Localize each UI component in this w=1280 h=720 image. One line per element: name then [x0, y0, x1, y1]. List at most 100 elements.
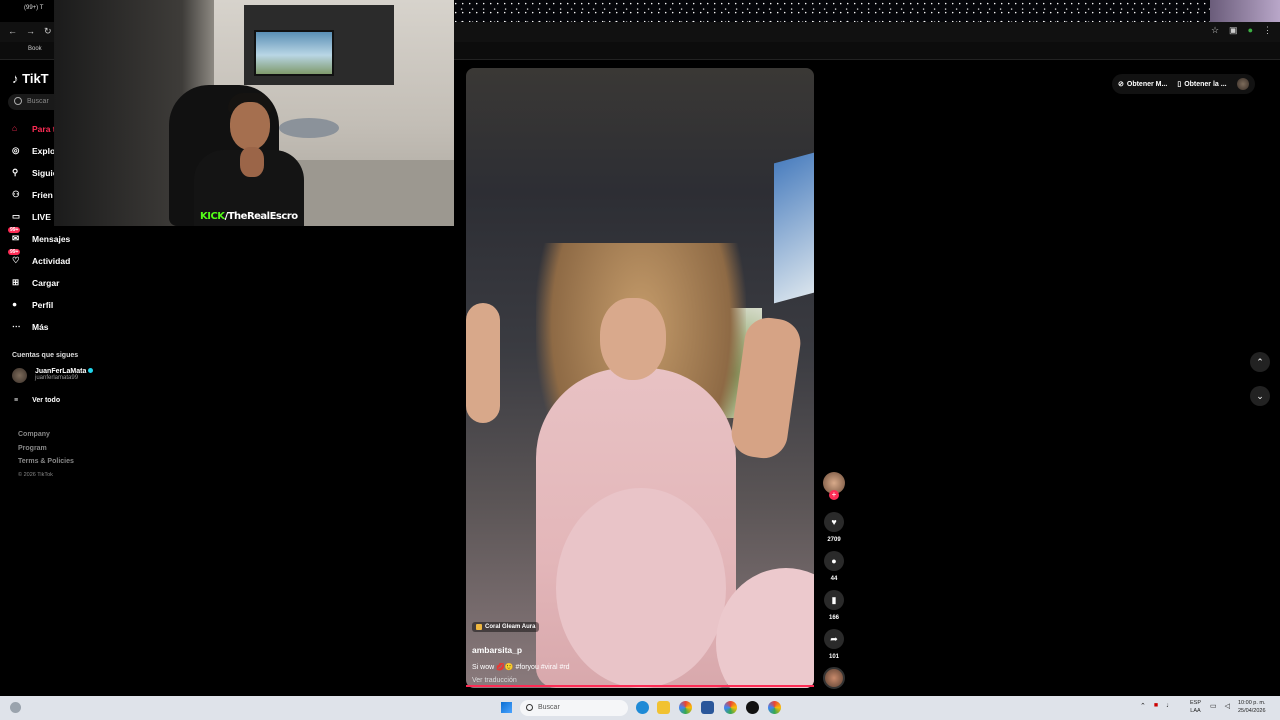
bookmark-icon: ▮ — [831, 594, 837, 605]
kick-handle: /TheRealEscro — [224, 211, 299, 222]
sidebar-item-live[interactable]: ▭ LIVE — [12, 211, 51, 222]
share-count: 101 — [828, 654, 839, 660]
sidebar-item-for-you[interactable]: ⌂ Para t — [12, 123, 56, 134]
volume-icon[interactable]: ◁ — [1225, 702, 1230, 710]
like-button[interactable]: ♥ — [824, 512, 844, 532]
sidebar-item-friends[interactable]: ⚇ Frien — [12, 189, 53, 200]
effect-tag[interactable]: Coral Gleam Aura — [472, 622, 540, 632]
menu-icon[interactable]: ⋮ — [1263, 25, 1272, 36]
start-icon[interactable] — [501, 702, 512, 713]
file-explorer-icon[interactable] — [657, 701, 670, 714]
back-icon[interactable]: ← — [8, 26, 17, 36]
edge-icon[interactable] — [636, 701, 649, 714]
live-icon: ▭ — [12, 211, 21, 221]
upload-icon: ⊞ — [12, 277, 20, 287]
sidebar-item-label: Cargar — [32, 277, 60, 288]
see-all-button[interactable]: ≡ Ver todo — [14, 397, 60, 404]
sidebar-item-explore[interactable]: ◎ Explo — [12, 145, 55, 156]
account-name: JuanFerLaMata — [35, 368, 87, 375]
video-player[interactable]: Coral Gleam Aura ambarsita_p Si wow 💋🙂 #… — [466, 68, 814, 688]
follow-plus-icon[interactable]: + — [829, 490, 839, 500]
sidebar-item-upload[interactable]: ⊞ Cargar — [12, 277, 59, 288]
tab-title[interactable]: (99+) T — [24, 5, 43, 11]
top-right-toolbar: ⊘ Obtener M... ▯ Obtener la ... — [1112, 74, 1255, 94]
more-icon: ⋯ — [12, 321, 21, 331]
taskbar-search-input[interactable]: Buscar — [520, 700, 628, 716]
taskbar-search-placeholder: Buscar — [538, 704, 560, 711]
next-video-button[interactable]: ⌄ — [1250, 386, 1270, 406]
share-button[interactable]: ➦ — [824, 629, 844, 649]
kick-brand: KICK — [200, 211, 225, 222]
chevron-up-icon[interactable]: ⌃ — [1140, 702, 1146, 710]
window-corner-art — [1210, 0, 1280, 22]
comment-count: 44 — [830, 576, 838, 582]
get-app-label: Obtener la ... — [1184, 80, 1227, 88]
mic-icon[interactable]: ♩ — [1166, 702, 1173, 710]
windows-taskbar: Buscar ⌃ ■ ♩ ESP LAA ▭ ◁ 10:00 p. m. 25/… — [0, 696, 1280, 720]
bookmark-item[interactable]: Book — [28, 46, 42, 52]
widgets-icon[interactable] — [10, 702, 21, 713]
store-icon[interactable] — [701, 701, 714, 714]
comment-button[interactable]: ● — [824, 551, 844, 571]
comment-icon: ● — [831, 556, 837, 566]
sidebar-item-label: Para t — [32, 123, 56, 134]
video-author[interactable]: ambarsita_p — [472, 645, 802, 655]
save-count: 166 — [828, 615, 839, 621]
chrome-icon[interactable] — [679, 701, 692, 714]
clock[interactable]: 10:00 p. m. 25/04/2026 — [1238, 699, 1266, 715]
chrome-active-icon[interactable] — [768, 701, 781, 714]
previous-video-button[interactable]: ⌃ — [1250, 352, 1270, 372]
extension-icon[interactable]: ▣ — [1229, 25, 1238, 36]
see-translation-link[interactable]: Ver traducción — [472, 677, 802, 684]
screen: (99+) T ← → ↻ ☆ ▣ ● ⋮ Book ♪ TikT Buscar… — [0, 0, 1280, 720]
copyright: © 2026 TikTok — [18, 471, 53, 478]
footer-link-company[interactable]: Company — [18, 428, 74, 442]
video-face — [600, 298, 666, 380]
sidebar-item-label: LIVE — [32, 211, 51, 222]
search-icon — [14, 97, 22, 105]
get-coins-label: Obtener M... — [1126, 80, 1168, 88]
music-disc[interactable] — [823, 667, 845, 689]
tiktok-logo[interactable]: ♪ TikT — [12, 71, 49, 86]
sidebar-item-messages[interactable]: ✉ 99+ Mensajes — [8, 227, 71, 244]
sidebar-item-label: Mensajes — [32, 233, 71, 244]
streamer-webcam: KICK/TheRealEscro — [54, 0, 454, 226]
reload-icon[interactable]: ↻ — [44, 26, 52, 37]
get-app-button[interactable]: ▯ Obtener la ... — [1177, 80, 1227, 89]
network-icon[interactable]: ▭ — [1210, 702, 1217, 710]
tab-bar-background — [455, 0, 1280, 22]
following-account[interactable]: JuanFerLaMata juanferlamata99 — [12, 368, 94, 383]
user-avatar[interactable] — [1236, 78, 1249, 90]
save-button[interactable]: ▮ — [824, 590, 844, 610]
chevron-down-icon: ⌄ — [1256, 391, 1264, 401]
sidebar-item-profile[interactable]: ● Perfil — [12, 299, 53, 310]
footer-link-program[interactable]: Program — [18, 442, 74, 456]
clock-date: 25/04/2026 — [1238, 708, 1266, 714]
video-description: Si wow 💋🙂 #foryou #viral #rd — [472, 664, 570, 671]
home-icon: ⌂ — [12, 123, 18, 133]
list-icon: ≡ — [14, 397, 19, 404]
star-icon[interactable]: ☆ — [1211, 25, 1219, 36]
sidebar-item-more[interactable]: ⋯ Más — [12, 321, 49, 332]
sidebar-item-activity[interactable]: ♡ 99+ Actividad — [8, 249, 70, 266]
like-count: 2709 — [827, 537, 841, 543]
effect-label: Coral Gleam Aura — [485, 624, 536, 630]
language-indicator[interactable]: ESP LAA — [1190, 699, 1201, 715]
chrome-profile-icon[interactable] — [724, 701, 737, 714]
app-tray-icon[interactable]: ■ — [1154, 702, 1158, 710]
explore-icon: ◎ — [12, 145, 20, 155]
chevron-up-icon: ⌃ — [1256, 357, 1264, 367]
video-progress-bar[interactable] — [466, 685, 814, 687]
get-coins-button[interactable]: ⊘ Obtener M... — [1118, 80, 1168, 89]
sidebar-item-label: Explo — [32, 145, 56, 156]
profile-extension-icon[interactable]: ● — [1248, 25, 1253, 36]
sidebar-item-label: Perfil — [32, 299, 54, 310]
footer-link-terms[interactable]: Terms & Policies — [18, 455, 74, 469]
friends-icon: ⚇ — [12, 189, 20, 199]
see-all-label: Ver todo — [32, 397, 61, 404]
language-code: ESP — [1190, 700, 1202, 706]
app-icon[interactable] — [746, 701, 759, 714]
forward-icon[interactable]: → — [26, 26, 35, 36]
sidebar-item-following[interactable]: ⚲ Siguie — [12, 167, 58, 178]
notification-badge: 99+ — [8, 249, 21, 255]
